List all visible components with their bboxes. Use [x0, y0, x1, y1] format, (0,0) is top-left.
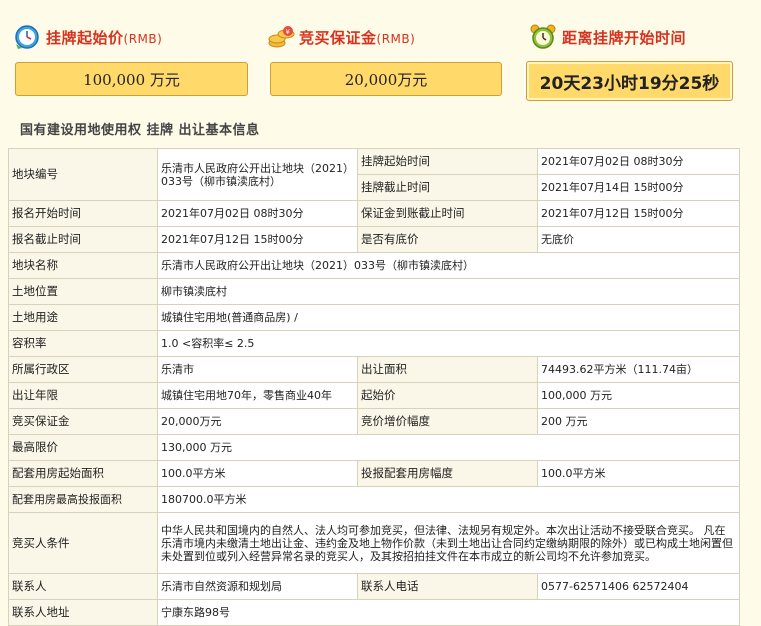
- countdown-heading: 距离挂牌开始时间: [530, 22, 686, 52]
- phone-label: 联系人电话: [357, 573, 538, 600]
- section-title: 国有建设用地使用权 挂牌 出让基本信息: [20, 123, 260, 138]
- term-value: 城镇住宅用地70年，零售商业40年: [157, 382, 358, 409]
- far-label: 容积率: [8, 330, 158, 357]
- area-value: 74493.62平方米（111.74亩）: [537, 356, 740, 383]
- deposit-label: 竞买保证金: [299, 28, 377, 47]
- max-price-value: 130,000 万元: [157, 434, 740, 461]
- increment-label: 竞价增价幅度: [357, 408, 538, 435]
- housing-max-label: 配套用房最高投报面积: [8, 486, 158, 513]
- start-price-row-label: 起始价: [357, 382, 538, 409]
- listing-end-label: 挂牌截止时间: [357, 174, 538, 201]
- plot-no-label: 地块编号: [8, 148, 158, 201]
- table-row: 土地位置 柳市镇渎底村: [8, 278, 740, 305]
- table-row: 所属行政区 乐清市 出让面积 74493.62平方米（111.74亩）: [8, 356, 740, 383]
- clock-icon: [14, 24, 40, 50]
- countdown-box: 20天23小时19分25秒: [526, 61, 733, 101]
- phone-value: 0577-62571406 62572404: [537, 573, 740, 600]
- plot-name-value: 乐清市人民政府公开出让地块（2021）033号（柳市镇渎底村）: [157, 252, 740, 279]
- listing-end-value: 2021年07月14日 15时00分: [537, 174, 740, 201]
- start-price-box: 100,000 万元: [15, 62, 248, 96]
- area-label: 出让面积: [357, 356, 538, 383]
- table-row: 竞买人条件 中华人民共和国境内的自然人、法人均可参加竞买，但法律、法规另有规定外…: [8, 512, 740, 574]
- start-price-heading: 挂牌起始价(RMB): [14, 22, 162, 52]
- coins-icon: ¥: [267, 24, 295, 50]
- location-value: 柳市镇渎底村: [157, 278, 740, 305]
- location-label: 土地位置: [8, 278, 158, 305]
- table-row: 报名开始时间 2021年07月02日 08时30分 保证金到账截止时间 2021…: [8, 200, 740, 227]
- reg-start-value: 2021年07月02日 08时30分: [157, 200, 358, 227]
- table-row: 竞买保证金 20,000万元 竞价增价幅度 200 万元: [8, 408, 740, 435]
- plot-name-label: 地块名称: [8, 252, 158, 279]
- address-label: 联系人地址: [8, 599, 158, 626]
- district-label: 所属行政区: [8, 356, 158, 383]
- deposit-unit: (RMB): [376, 31, 416, 46]
- housing-incr-value: 100.0平方米: [537, 460, 740, 487]
- start-price-label: 挂牌起始价: [46, 28, 124, 47]
- housing-max-value: 180700.0平方米: [157, 486, 740, 513]
- table-row: 容积率 1.0 <容积率≤ 2.5: [8, 330, 740, 357]
- contact-label: 联系人: [8, 573, 158, 600]
- bid-deposit-label: 竞买保证金: [8, 408, 158, 435]
- table-row: 最高限价 130,000 万元: [8, 434, 740, 461]
- housing-incr-label: 投报配套用房幅度: [357, 460, 538, 487]
- reserve-label: 是否有底价: [357, 226, 538, 253]
- max-price-label: 最高限价: [8, 434, 158, 461]
- start-price-row-value: 100,000 万元: [537, 382, 740, 409]
- deposit-heading: ¥ 竞买保证金(RMB): [267, 22, 415, 52]
- usage-value: 城镇住宅用地(普通商品房) /: [157, 304, 740, 331]
- reg-start-label: 报名开始时间: [8, 200, 158, 227]
- bid-deposit-value: 20,000万元: [157, 408, 358, 435]
- table-row: 配套用房起始面积 100.0平方米 投报配套用房幅度 100.0平方米: [8, 460, 740, 487]
- housing-start-label: 配套用房起始面积: [8, 460, 158, 487]
- table-row: 报名截止时间 2021年07月12日 15时00分 是否有底价 无底价: [8, 226, 740, 253]
- table-row: 土地用途 城镇住宅用地(普通商品房) /: [8, 304, 740, 331]
- listing-start-value: 2021年07月02日 08时30分: [537, 148, 740, 175]
- table-row: 配套用房最高投报面积 180700.0平方米: [8, 486, 740, 513]
- svg-text:¥: ¥: [286, 28, 291, 36]
- address-value: 宁康东路98号: [157, 599, 740, 626]
- district-value: 乐清市: [157, 356, 358, 383]
- far-value: 1.0 <容积率≤ 2.5: [157, 330, 740, 357]
- reg-end-value: 2021年07月12日 15时00分: [157, 226, 358, 253]
- housing-start-value: 100.0平方米: [157, 460, 358, 487]
- increment-value: 200 万元: [537, 408, 740, 435]
- deposit-deadline-label: 保证金到账截止时间: [357, 200, 538, 227]
- start-price-unit: (RMB): [123, 31, 163, 46]
- term-label: 出让年限: [8, 382, 158, 409]
- listing-start-label: 挂牌起始时间: [357, 148, 538, 175]
- countdown-label: 距离挂牌开始时间: [562, 28, 687, 47]
- alarm-clock-icon: [530, 24, 556, 50]
- plot-no-value: 乐清市人民政府公开出让地块（2021）033号（柳市镇渎底村）: [157, 148, 358, 201]
- reg-end-label: 报名截止时间: [8, 226, 158, 253]
- deposit-box: 20,000万元: [270, 62, 502, 96]
- table-row: 地块编号 乐清市人民政府公开出让地块（2021）033号（柳市镇渎底村） 挂牌起…: [8, 148, 740, 201]
- table-row: 联系人 乐清市自然资源和规划局 联系人电话 0577-62571406 6257…: [8, 573, 740, 600]
- table-row: 地块名称 乐清市人民政府公开出让地块（2021）033号（柳市镇渎底村）: [8, 252, 740, 279]
- bidder-cond-label: 竞买人条件: [8, 512, 158, 574]
- summary-header: 挂牌起始价(RMB) 100,000 万元 ¥ 竞买保证金(RMB) 20,00…: [0, 0, 761, 112]
- usage-label: 土地用途: [8, 304, 158, 331]
- table-row: 出让年限 城镇住宅用地70年，零售商业40年 起始价 100,000 万元: [8, 382, 740, 409]
- bidder-cond-value: 中华人民共和国境内的自然人、法人均可参加竞买，但法律、法规另有规定外。本次出让活…: [157, 512, 740, 574]
- contact-value: 乐清市自然资源和规划局: [157, 573, 358, 600]
- table-row: 联系人地址 宁康东路98号: [8, 599, 740, 626]
- info-table: 地块编号 乐清市人民政府公开出让地块（2021）033号（柳市镇渎底村） 挂牌起…: [8, 148, 740, 626]
- reserve-value: 无底价: [537, 226, 740, 253]
- deposit-deadline-value: 2021年07月12日 15时00分: [537, 200, 740, 227]
